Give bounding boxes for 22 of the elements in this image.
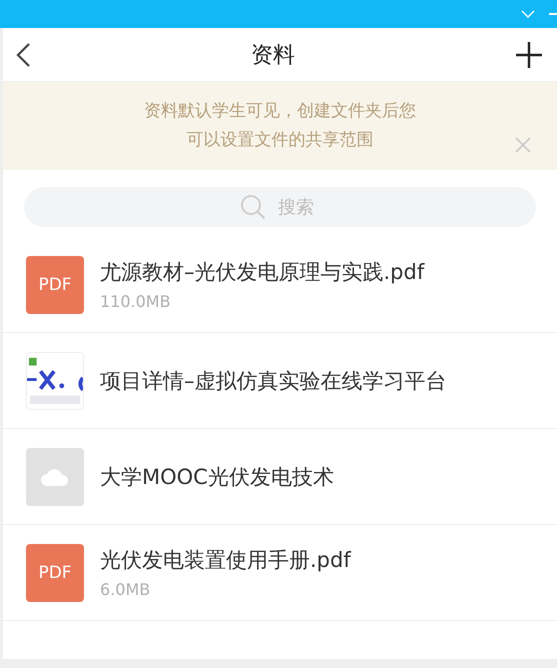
file-name: 大学MOOC光伏发电技术 — [100, 464, 334, 490]
file-row[interactable]: 大学MOOC光伏发电技术 — [3, 429, 557, 525]
chevron-down-icon[interactable] — [521, 10, 535, 18]
cloud-thumbnail — [26, 448, 84, 506]
add-button[interactable] — [515, 40, 543, 68]
file-name: 项目详情–虚拟仿真实验在线学习平台 — [100, 368, 446, 394]
file-size: 110.0MB — [100, 292, 172, 311]
notice-text: 可以设置文件的共享范围 — [186, 130, 374, 150]
search-icon — [240, 194, 266, 220]
file-name: 尤源教材–光伏发电原理与实践.pdf — [100, 259, 424, 286]
file-row[interactable]: PDF 尤源教材–光伏发电原理与实践.pdf 110.0MB — [3, 237, 557, 333]
file-name: 光伏发电装置使用手册.pdf — [100, 547, 351, 574]
close-icon[interactable] — [515, 137, 531, 153]
pdf-thumbnail: PDF — [26, 544, 84, 602]
search-field[interactable]: 搜索 — [24, 187, 536, 227]
file-row[interactable]: PDF 光伏发电装置使用手册.pdf 6.0MB — [3, 525, 557, 621]
file-size: 6.0MB — [100, 580, 152, 599]
notice-text: 资料默认学生可见，创建文件夹后您 — [144, 101, 416, 121]
file-row[interactable]: 项目详情–虚拟仿真实验在线学习平台 — [3, 333, 557, 429]
page-title: 资料 — [251, 42, 295, 70]
back-button[interactable] — [15, 42, 31, 68]
pdf-thumbnail: PDF — [26, 256, 84, 314]
